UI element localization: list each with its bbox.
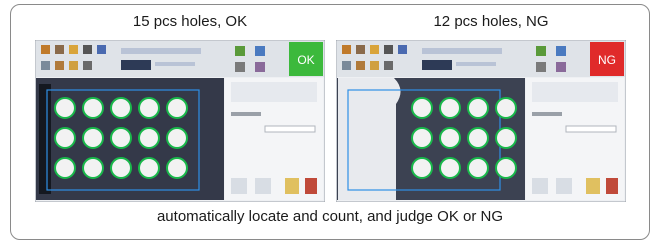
print-icon[interactable] xyxy=(384,45,393,54)
panel-button-4[interactable] xyxy=(606,178,618,194)
panel-button-1[interactable] xyxy=(532,178,548,194)
open-icon[interactable] xyxy=(342,45,351,54)
camera-icon[interactable] xyxy=(55,45,64,54)
user-icon[interactable] xyxy=(69,61,78,70)
user-icon[interactable] xyxy=(370,61,379,70)
chart-icon[interactable] xyxy=(356,61,365,70)
chart-icon[interactable] xyxy=(55,61,64,70)
panel-button-4[interactable] xyxy=(305,178,317,194)
panel-button-3[interactable] xyxy=(586,178,600,194)
settings-icon[interactable] xyxy=(97,45,106,54)
panel-button-3[interactable] xyxy=(285,178,299,194)
settings-icon[interactable] xyxy=(398,45,407,54)
left-inspection-screenshot: OK xyxy=(35,40,325,202)
exit-icon[interactable] xyxy=(384,61,393,70)
right-inspection-screenshot: NG xyxy=(336,40,626,202)
panel-button-1[interactable] xyxy=(231,178,247,194)
right-panel-title: 12 pcs holes, NG xyxy=(433,13,549,30)
folder-icon[interactable] xyxy=(69,45,78,54)
folder-icon[interactable] xyxy=(370,45,379,54)
figure-caption: automatically locate and count, and judg… xyxy=(156,208,504,225)
camera-icon[interactable] xyxy=(356,45,365,54)
grid-icon[interactable] xyxy=(41,61,50,70)
exit-icon[interactable] xyxy=(83,61,92,70)
ng-status-label: NG xyxy=(598,53,616,67)
open-icon[interactable] xyxy=(41,45,50,54)
toolbar xyxy=(337,41,625,77)
panel-button-2[interactable] xyxy=(255,178,271,194)
ok-status-label: OK xyxy=(297,53,314,67)
grid-icon[interactable] xyxy=(342,61,351,70)
print-icon[interactable] xyxy=(83,45,92,54)
toolbar xyxy=(36,41,324,77)
left-panel-title: 15 pcs holes, OK xyxy=(132,13,248,30)
covered-region xyxy=(338,78,401,200)
panel-button-2[interactable] xyxy=(556,178,572,194)
